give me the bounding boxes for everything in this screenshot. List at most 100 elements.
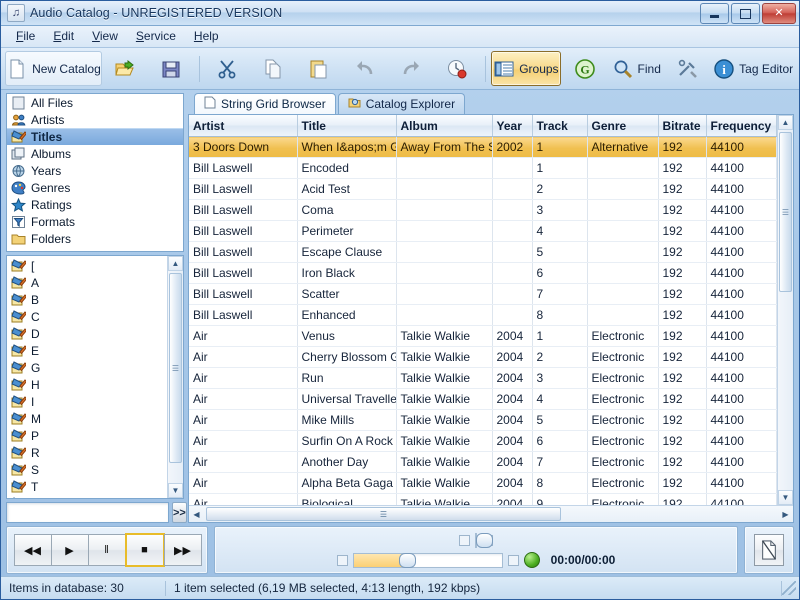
hscrollbar-thumb[interactable]: ☰ bbox=[206, 507, 561, 521]
list-item[interactable]: D bbox=[7, 325, 167, 342]
groups-button[interactable]: Groups bbox=[490, 51, 562, 86]
stop-button[interactable]: ■ bbox=[124, 533, 165, 567]
grid-vertical-scrollbar[interactable]: ▲ ☰ ▼ bbox=[777, 115, 793, 505]
no-file-button[interactable] bbox=[744, 526, 794, 574]
sidebar-item-albums[interactable]: Albums bbox=[7, 145, 183, 162]
sidebar-item-genres[interactable]: Genres bbox=[7, 179, 183, 196]
list-item[interactable]: U bbox=[7, 495, 167, 498]
table-row[interactable]: Air Run Talkie Walkie 2004 3 Electronic 192 441… bbox=[189, 367, 777, 389]
list-item[interactable]: S bbox=[7, 461, 167, 478]
seek-knob[interactable] bbox=[476, 532, 493, 548]
grid-scrollbar-thumb[interactable]: ☰ bbox=[779, 132, 792, 292]
menu-item-file[interactable]: File bbox=[7, 27, 44, 46]
refresh-button[interactable] bbox=[435, 51, 480, 86]
table-row[interactable]: Air Mike Mills Talkie Walkie 2004 5 Electroni… bbox=[189, 409, 777, 431]
next-button[interactable]: ▶▶ bbox=[163, 534, 202, 566]
column-header-track[interactable]: Track bbox=[532, 115, 588, 137]
sidebar-item-artists[interactable]: Artists bbox=[7, 111, 183, 128]
list-item[interactable]: E bbox=[7, 342, 167, 359]
grid-scroll-left-arrow[interactable]: ◀ bbox=[189, 507, 204, 522]
tab-string-grid-browser[interactable]: String Grid Browser bbox=[194, 93, 336, 114]
volume-slider[interactable] bbox=[352, 552, 503, 568]
column-header-bitrate[interactable]: Bitrate bbox=[658, 115, 707, 137]
grid-scroll-right-arrow[interactable]: ▶ bbox=[778, 507, 793, 522]
hscroll-track[interactable]: ☰ bbox=[204, 507, 778, 521]
list-item[interactable]: P bbox=[7, 427, 167, 444]
list-item[interactable]: B bbox=[7, 291, 167, 308]
list-item[interactable]: [ bbox=[7, 257, 167, 274]
previous-button[interactable]: ◀◀ bbox=[13, 534, 52, 566]
play-button[interactable]: ▶ bbox=[50, 534, 89, 566]
maximize-button[interactable] bbox=[731, 3, 760, 24]
category-tree[interactable]: All Files Artists Titles Albums Years Ge… bbox=[6, 93, 184, 252]
sidebar-item-folders[interactable]: Folders bbox=[7, 230, 183, 247]
table-row[interactable]: Bill LaswellScatter7192441004:1 bbox=[189, 283, 777, 305]
redo-button[interactable] bbox=[389, 51, 434, 86]
letter-list[interactable]: [ A B C D E G H I M P R S T U bbox=[7, 256, 167, 498]
menu-item-view[interactable]: View bbox=[83, 27, 127, 46]
list-item[interactable]: R bbox=[7, 444, 167, 461]
find-button[interactable]: Find bbox=[608, 51, 664, 86]
table-row[interactable]: Air Universal Traveller Talkie Walkie 2004 4… bbox=[189, 388, 777, 410]
list-item[interactable]: T bbox=[7, 478, 167, 495]
table-row[interactable]: Bill LaswellEncoded1192441005:2 bbox=[189, 157, 777, 179]
scroll-down-arrow[interactable]: ▼ bbox=[168, 483, 183, 498]
tools-button[interactable] bbox=[665, 51, 710, 86]
minimize-button[interactable] bbox=[700, 3, 729, 24]
g-button[interactable]: G bbox=[562, 51, 607, 86]
table-row[interactable]: Bill LaswellComa3192441006:2 bbox=[189, 199, 777, 221]
filter-go-button[interactable]: >> bbox=[172, 502, 187, 523]
volume-knob[interactable] bbox=[398, 552, 416, 568]
column-header-year[interactable]: Year bbox=[492, 115, 533, 137]
sidebar-item-titles[interactable]: Titles bbox=[7, 128, 183, 145]
list-item[interactable]: G bbox=[7, 359, 167, 376]
save-button[interactable] bbox=[149, 51, 194, 86]
grid-scroll-up-arrow[interactable]: ▲ bbox=[778, 115, 793, 130]
column-header-album[interactable]: Album bbox=[396, 115, 493, 137]
letter-list-scrollbar[interactable]: ▲ ☰ ▼ bbox=[167, 256, 183, 498]
new-catalog-button[interactable]: New Catalog bbox=[5, 51, 102, 86]
close-button[interactable]: ✕ bbox=[762, 3, 796, 24]
list-item[interactable]: C bbox=[7, 308, 167, 325]
filter-input[interactable] bbox=[6, 502, 169, 523]
sidebar-item-ratings[interactable]: Ratings bbox=[7, 196, 183, 213]
column-header-title[interactable]: Title bbox=[297, 115, 397, 137]
equalizer-icon[interactable] bbox=[523, 552, 540, 568]
list-item[interactable]: H bbox=[7, 376, 167, 393]
pause-button[interactable]: ‖ bbox=[87, 534, 126, 566]
seek-slider[interactable] bbox=[475, 532, 493, 548]
table-row[interactable]: Bill LaswellEscape Clause5192441004:4 bbox=[189, 241, 777, 263]
table-row[interactable]: Bill LaswellIron Black6192441009:0 bbox=[189, 262, 777, 284]
column-header-artist[interactable]: Artist bbox=[189, 115, 298, 137]
open-button[interactable] bbox=[103, 51, 148, 86]
sidebar-item-all-files[interactable]: All Files bbox=[7, 94, 183, 111]
table-row[interactable]: Air Alpha Beta Gaga Talkie Walkie 2004 8 Elec… bbox=[189, 472, 777, 494]
table-row[interactable]: Air Biological Talkie Walkie 2004 9 Electroni… bbox=[189, 493, 777, 505]
table-row[interactable]: Air Another Day Talkie Walkie 2004 7 Electron… bbox=[189, 451, 777, 473]
letter-tree[interactable]: [ A B C D E G H I M P R S T U ▲ bbox=[6, 255, 184, 499]
sidebar-item-years[interactable]: Years bbox=[7, 162, 183, 179]
grid-viewport[interactable]: Artist Title Album Year Track Genre Bitr… bbox=[189, 115, 777, 505]
list-item[interactable]: M bbox=[7, 410, 167, 427]
table-row[interactable]: Bill LaswellPerimeter4192441005:3 bbox=[189, 220, 777, 242]
grid-scroll-down-arrow[interactable]: ▼ bbox=[778, 490, 793, 505]
table-row[interactable]: Air Venus Talkie Walkie 2004 1 Electronic 192 4… bbox=[189, 325, 777, 347]
column-header-genre[interactable]: Genre bbox=[587, 115, 659, 137]
grid-horizontal-scrollbar[interactable]: ◀ ☰ ▶ bbox=[189, 505, 793, 522]
menu-item-help[interactable]: Help bbox=[185, 27, 228, 46]
tab-catalog-explorer[interactable]: Catalog Explorer bbox=[337, 93, 466, 114]
table-row[interactable]: AirCherry Blossom GirlTalkie Walkie20042… bbox=[189, 346, 777, 368]
undo-button[interactable] bbox=[343, 51, 388, 86]
copy-button[interactable] bbox=[251, 51, 296, 86]
scrollbar-thumb[interactable]: ☰ bbox=[169, 273, 182, 463]
menu-item-edit[interactable]: Edit bbox=[44, 27, 83, 46]
cut-button[interactable] bbox=[205, 51, 250, 86]
tag-editor-button[interactable]: i Tag Editor bbox=[711, 51, 795, 86]
table-row[interactable]: Air Surfin On A Rock Talkie Walkie 2004 6 Ele… bbox=[189, 430, 777, 452]
sidebar-item-formats[interactable]: Formats bbox=[7, 213, 183, 230]
table-row[interactable]: Bill LaswellAcid Test2192441008:2 bbox=[189, 178, 777, 200]
table-row[interactable]: Bill LaswellEnhanced8192441002:4 bbox=[189, 304, 777, 326]
resize-grip-icon[interactable] bbox=[782, 581, 796, 595]
table-row[interactable]: 3 Doors DownWhen I&apos;m GoneAway From … bbox=[189, 136, 777, 158]
list-item[interactable]: A bbox=[7, 274, 167, 291]
